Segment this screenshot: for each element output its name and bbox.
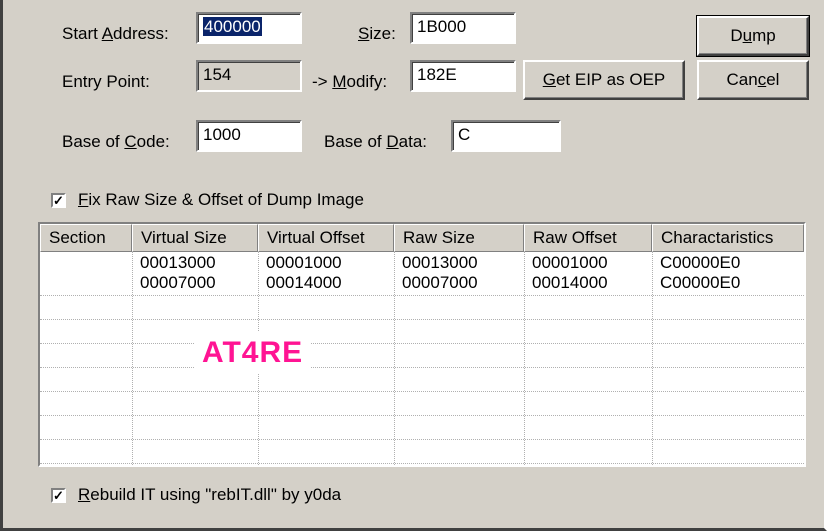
column-header-virtual-offset[interactable]: Virtual Offset [258,224,394,252]
sections-table[interactable]: Section Virtual Size Virtual Offset Raw … [38,222,806,467]
cell-charactaristics: C00000E0 [660,273,741,292]
column-header-raw-size[interactable]: Raw Size [394,224,524,252]
size-label: Size: [358,24,396,43]
entry-point-label: Entry Point: [62,72,150,91]
table-row-empty [40,296,804,320]
table-row-empty [40,416,804,440]
size-input[interactable]: 1B000 [410,12,516,44]
table-row-empty [40,392,804,416]
modify-input[interactable]: 182E [410,60,516,92]
column-header-virtual-size[interactable]: Virtual Size [132,224,258,252]
dump-button[interactable]: Dump [696,15,810,57]
fix-raw-label[interactable]: Fix Raw Size & Offset of Dump Image [78,190,364,210]
get-eip-as-oep-button[interactable]: Get EIP as OEP [523,60,685,100]
entry-point-field: 154 [196,60,302,92]
watermark-text: AT4RE [194,332,312,374]
column-header-charactaristics[interactable]: Charactaristics [652,224,804,252]
cell-section [40,272,48,295]
cell-raw-size: 00007000 [402,273,478,292]
fix-raw-checkbox[interactable]: ✓ [51,193,66,208]
column-header-raw-offset[interactable]: Raw Offset [524,224,652,252]
table-row[interactable]: 00007000 00014000 00007000 00014000 C000… [40,272,804,296]
column-header-section[interactable]: Section [40,224,132,252]
cell-raw-offset: 00014000 [532,273,608,292]
cell-virtual-offset: 00014000 [266,273,342,292]
base-of-code-label: Base of Code: [62,132,170,151]
cell-virtual-size: 00007000 [140,273,216,292]
modify-label: -> Modify: [312,72,388,91]
rebuild-it-checkbox[interactable]: ✓ [51,488,66,503]
rebuild-it-label[interactable]: Rebuild IT using "rebIT.dll" by y0da [78,485,341,505]
table-row-empty [40,320,804,344]
table-row-empty [40,344,804,368]
cancel-button[interactable]: Cancel [697,60,809,100]
table-row-empty [40,368,804,392]
table-row-empty [40,440,804,464]
start-address-input[interactable]: 400000 [196,12,302,44]
start-address-label: Start Address: [62,24,169,43]
base-of-data-label: Base of Data: [324,132,428,151]
base-of-code-input[interactable]: 1000 [196,120,302,152]
base-of-data-input[interactable]: C [451,120,561,152]
